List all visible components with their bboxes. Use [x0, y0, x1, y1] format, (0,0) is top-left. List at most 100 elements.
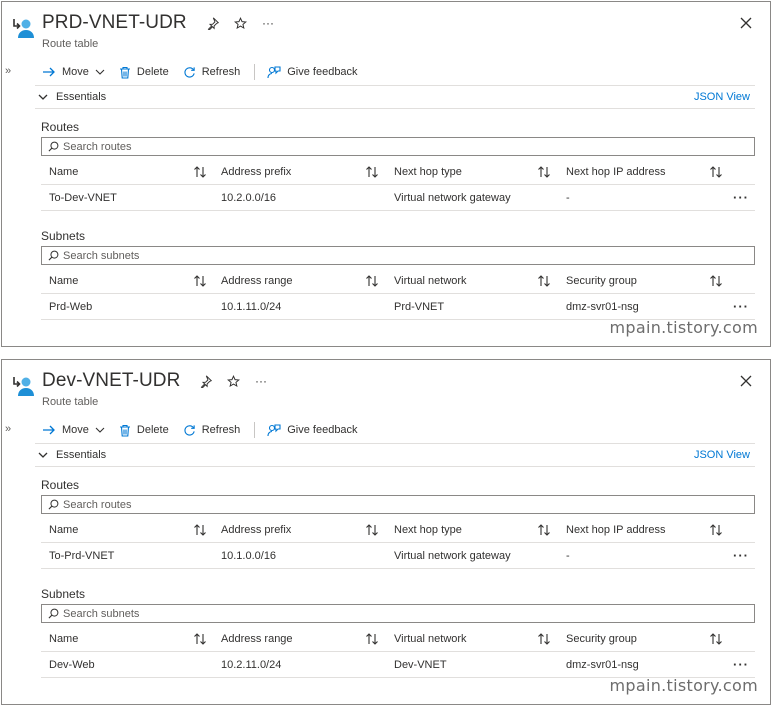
- sort-icon[interactable]: [365, 632, 379, 646]
- table-row[interactable]: Prd-Web 10.1.11.0/24 Prd-VNET dmz-svr01-…: [41, 294, 755, 320]
- pin-icon[interactable]: [198, 374, 212, 388]
- sort-icon[interactable]: [537, 523, 551, 537]
- json-view-link[interactable]: JSON View: [694, 91, 750, 103]
- column-header[interactable]: Address range: [221, 626, 293, 652]
- sort-icon[interactable]: [193, 274, 207, 288]
- table-cell: To-Dev-VNET: [49, 192, 117, 204]
- chevron-down-icon: [95, 69, 105, 75]
- sort-icon[interactable]: [709, 523, 723, 537]
- trash-icon: [119, 424, 130, 437]
- table-cell: dmz-svr01-nsg: [566, 301, 639, 313]
- pin-icon[interactable]: [205, 16, 219, 30]
- table-cell: Prd-Web: [49, 301, 93, 313]
- sort-icon[interactable]: [365, 274, 379, 288]
- delete-label: Delete: [136, 66, 169, 78]
- more-icon[interactable]: ···: [733, 657, 749, 672]
- more-icon[interactable]: ···: [733, 299, 749, 314]
- subnets-heading: Subnets: [41, 229, 86, 243]
- page-subtitle: Route table: [42, 38, 99, 50]
- expand-icon[interactable]: »: [5, 65, 11, 77]
- column-header[interactable]: Name: [49, 517, 78, 543]
- sort-icon[interactable]: [537, 165, 551, 179]
- refresh-button[interactable]: Refresh: [183, 424, 240, 437]
- column-header[interactable]: Address prefix: [221, 159, 291, 185]
- star-icon[interactable]: [226, 374, 240, 388]
- column-header[interactable]: Name: [49, 626, 78, 652]
- sort-icon[interactable]: [709, 632, 723, 646]
- table-cell: -: [566, 550, 570, 562]
- sort-icon[interactable]: [193, 523, 207, 537]
- expand-icon[interactable]: »: [5, 423, 11, 435]
- column-header[interactable]: Virtual network: [394, 626, 467, 652]
- move-label: Move: [62, 66, 89, 78]
- toolbar-divider: [254, 64, 256, 80]
- table-row[interactable]: To-Dev-VNET 10.2.0.0/16 Virtual network …: [41, 185, 755, 211]
- page-title: PRD-VNET-UDR: [42, 12, 187, 33]
- route-table-icon: [13, 19, 34, 38]
- search-subnets-input[interactable]: Search subnets: [41, 604, 755, 623]
- route-table-panel: PRD-VNET-UDR Route table ··· » Move Dele: [1, 1, 771, 347]
- close-icon[interactable]: [739, 16, 753, 30]
- search-icon: [48, 250, 59, 261]
- column-header[interactable]: Next hop IP address: [566, 159, 665, 185]
- refresh-label: Refresh: [201, 66, 241, 78]
- feedback-button[interactable]: Give feedback: [267, 65, 358, 79]
- move-button[interactable]: Move: [42, 66, 105, 78]
- feedback-button[interactable]: Give feedback: [267, 423, 358, 437]
- column-header[interactable]: Next hop type: [394, 517, 462, 543]
- more-icon[interactable]: ···: [733, 190, 749, 205]
- table-cell: Virtual network gateway: [394, 192, 511, 204]
- title-actions: ···: [205, 16, 275, 30]
- sort-icon[interactable]: [365, 523, 379, 537]
- sort-icon[interactable]: [365, 165, 379, 179]
- feedback-icon: [267, 424, 281, 437]
- table-cell: 10.2.11.0/24: [221, 659, 282, 671]
- search-routes-input[interactable]: Search routes: [41, 495, 755, 514]
- refresh-button[interactable]: Refresh: [183, 66, 241, 79]
- column-header[interactable]: Address range: [221, 268, 293, 294]
- table-cell: Dev-Web: [49, 659, 95, 671]
- essentials-toggle[interactable]: Essentials: [38, 449, 106, 461]
- star-icon[interactable]: [233, 16, 247, 30]
- more-icon[interactable]: ···: [254, 374, 268, 388]
- column-header[interactable]: Security group: [566, 626, 637, 652]
- json-view-link[interactable]: JSON View: [694, 449, 750, 461]
- search-routes-input[interactable]: Search routes: [41, 137, 755, 156]
- refresh-icon: [184, 66, 195, 78]
- essentials-toggle[interactable]: Essentials: [38, 91, 106, 103]
- sort-icon[interactable]: [537, 274, 551, 288]
- delete-button[interactable]: Delete: [119, 424, 169, 437]
- routes-heading: Routes: [41, 120, 80, 134]
- sort-icon[interactable]: [193, 632, 207, 646]
- sort-icon[interactable]: [709, 165, 723, 179]
- search-routes-placeholder: Search routes: [63, 140, 132, 153]
- close-icon[interactable]: [739, 374, 753, 388]
- column-header[interactable]: Next hop IP address: [566, 517, 665, 543]
- column-header[interactable]: Address prefix: [221, 517, 291, 543]
- more-icon[interactable]: ···: [261, 16, 275, 30]
- column-header[interactable]: Virtual network: [394, 268, 467, 294]
- route-table-panel: Dev-VNET-UDR Route table ··· » Move Dele: [1, 359, 771, 705]
- column-header[interactable]: Security group: [566, 268, 637, 294]
- move-button[interactable]: Move: [42, 424, 105, 436]
- sort-icon[interactable]: [709, 274, 723, 288]
- table-row[interactable]: Dev-Web 10.2.11.0/24 Dev-VNET dmz-svr01-…: [41, 652, 755, 678]
- trash-icon: [119, 66, 130, 79]
- chevron-down-icon: [95, 427, 105, 433]
- sort-icon[interactable]: [537, 632, 551, 646]
- delete-button[interactable]: Delete: [119, 66, 169, 79]
- column-header[interactable]: Name: [49, 268, 78, 294]
- search-subnets-input[interactable]: Search subnets: [41, 246, 755, 265]
- delete-label: Delete: [136, 424, 169, 436]
- column-header[interactable]: Next hop type: [394, 159, 462, 185]
- table-row[interactable]: To-Prd-VNET 10.1.0.0/16 Virtual network …: [41, 543, 755, 569]
- search-subnets-placeholder: Search subnets: [63, 607, 140, 620]
- sort-icon[interactable]: [193, 165, 207, 179]
- search-routes-placeholder: Search routes: [63, 498, 132, 511]
- more-icon[interactable]: ···: [733, 548, 749, 563]
- column-header[interactable]: Name: [49, 159, 78, 185]
- search-icon: [48, 141, 59, 152]
- toolbar: Move Delete Refresh Give feedback: [42, 62, 372, 82]
- routes-header-row: Name Address prefix Next hop type Next h…: [41, 517, 755, 543]
- chevron-down-icon: [38, 452, 48, 458]
